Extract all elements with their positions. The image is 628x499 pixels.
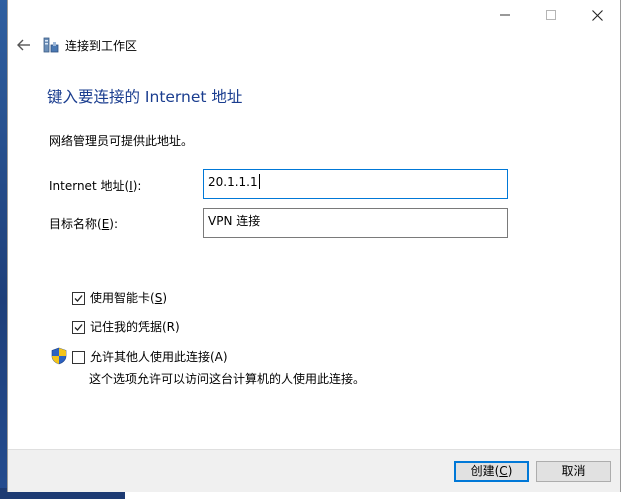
remember-credentials-label: 记住我的凭据(R): [90, 320, 180, 334]
allow-others-option[interactable]: 允许其他人使用此连接(A): [72, 349, 228, 365]
destination-name-input[interactable]: VPN 连接: [203, 208, 508, 238]
uac-shield-icon: [51, 347, 67, 365]
page-description: 网络管理员可提供此地址。: [49, 134, 194, 148]
destination-name-label: 目标名称(E):: [49, 217, 119, 231]
back-arrow-icon: [17, 39, 30, 51]
maximize-icon: [546, 10, 556, 20]
checkmark-icon: [74, 294, 83, 302]
minimize-button[interactable]: [482, 0, 528, 30]
dialog-footer: 创建(C) 取消: [8, 449, 620, 492]
remember-credentials-option[interactable]: 记住我的凭据(R): [72, 319, 180, 335]
page-heading: 键入要连接的 Internet 地址: [47, 88, 243, 106]
allow-others-label: 允许其他人使用此连接(A): [90, 350, 228, 364]
destination-name-value: VPN 连接: [208, 214, 261, 228]
window-controls: [482, 0, 620, 30]
create-button[interactable]: 创建(C): [454, 461, 529, 482]
allow-others-description: 这个选项允许可以访问这台计算机的人使用此连接。: [89, 372, 366, 386]
remember-credentials-checkbox[interactable]: [72, 320, 85, 334]
allow-others-checkbox[interactable]: [72, 350, 85, 364]
close-icon: [591, 9, 603, 21]
desktop-background-left: [0, 0, 7, 499]
checkmark-icon: [74, 323, 83, 331]
smart-card-label: 使用智能卡(S): [90, 291, 167, 305]
cancel-button[interactable]: 取消: [536, 461, 611, 482]
text-caret: [258, 174, 260, 189]
maximize-button[interactable]: [528, 0, 574, 30]
connect-to-workplace-window: 连接到工作区 键入要连接的 Internet 地址 网络管理员可提供此地址。 I…: [7, 0, 621, 492]
minimize-icon: [500, 14, 510, 16]
smart-card-checkbox[interactable]: [72, 291, 85, 305]
back-button[interactable]: [16, 37, 32, 53]
internet-address-label: Internet 地址(I):: [49, 179, 142, 193]
internet-address-value: 20.1.1.1: [208, 175, 258, 189]
internet-address-input[interactable]: 20.1.1.1: [203, 169, 508, 199]
smart-card-option[interactable]: 使用智能卡(S): [72, 290, 167, 306]
window-title: 连接到工作区: [65, 39, 138, 53]
close-button[interactable]: [574, 0, 620, 30]
network-workplace-icon: [43, 37, 60, 54]
